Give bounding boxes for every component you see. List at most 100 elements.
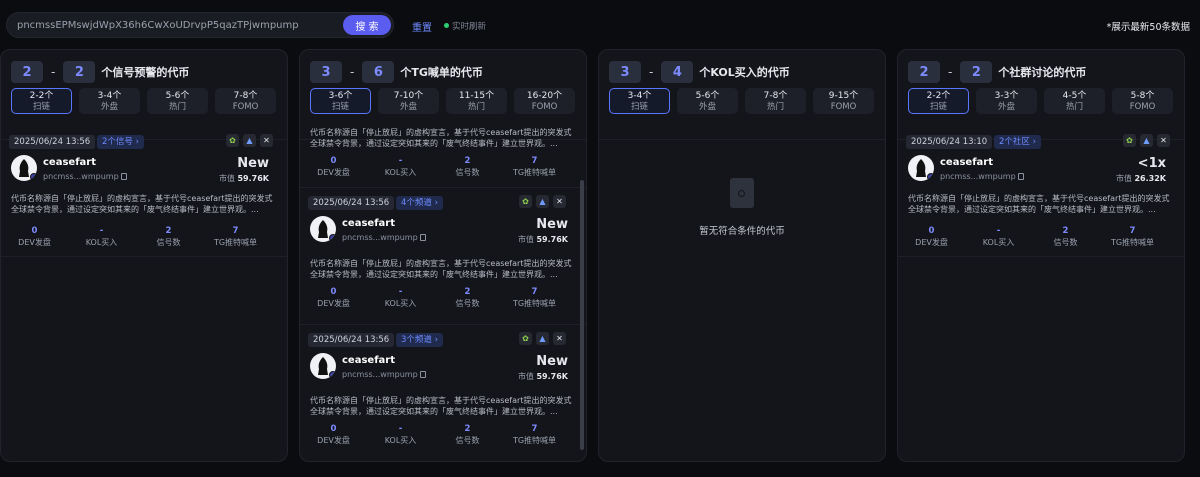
stat-value: - [398, 156, 403, 166]
card-date: 2025/06/24 13:56 [308, 333, 395, 347]
token-address[interactable]: pncmss...wmpump [940, 172, 1024, 181]
tab-hot[interactable]: 11-15个 热门 [446, 88, 507, 114]
triangle-icon[interactable]: ▲ [1140, 134, 1153, 147]
x-icon[interactable]: ✕ [260, 134, 273, 147]
pump-icon[interactable]: ✿ [226, 134, 239, 147]
tab-scan[interactable]: 2-2个 扫链 [908, 88, 969, 114]
stat-value: 2 [165, 226, 172, 236]
range-from-box[interactable]: 2 [908, 61, 940, 83]
tab-external[interactable]: 3-3个 外盘 [976, 88, 1037, 114]
stat-value: 7 [232, 226, 239, 236]
tab-hot[interactable]: 4-5个 热门 [1044, 88, 1105, 114]
tab-scan[interactable]: 2-2个 扫链 [11, 88, 72, 114]
market-cap-label: 市值 [517, 372, 534, 381]
tab-hot[interactable]: 5-6个 热门 [147, 88, 208, 114]
token-address[interactable]: pncmss...wmpump [342, 370, 426, 379]
token-name[interactable]: ceasefart [342, 355, 395, 366]
token-card[interactable]: 2025/06/24 13:56 2个信号 › ✿ ▲ ✕ ceasefart … [1, 127, 287, 257]
copy-icon[interactable] [1017, 173, 1024, 180]
range-to-box[interactable]: 2 [960, 61, 993, 83]
column-signal-alerts: 2 - 2 个信号预警的代币 2-2个 扫链 3-4个 外盘 5-6个 热门 7-8个… [0, 49, 288, 462]
avatar [11, 155, 37, 181]
tab-external[interactable]: 3-4个 外盘 [79, 88, 140, 114]
token-card[interactable]: 2025/06/24 13:56 4个频道 › ✿ ▲ ✕ ceasefart … [300, 188, 586, 325]
triangle-icon[interactable]: ▲ [536, 195, 549, 208]
x-icon[interactable]: ✕ [553, 332, 566, 345]
pump-icon[interactable]: ✿ [519, 332, 532, 345]
token-description: 代币名称源自「停止放屁」的虚构宣言，基于代号ceasefart提出的突发式全球禁… [310, 259, 572, 279]
range-filter: 2 - 2 个社群讨论的代币 [908, 60, 1086, 84]
range-to-box[interactable]: 6 [362, 61, 395, 83]
tab-fomo[interactable]: 5-8个 FOMO [1112, 88, 1173, 114]
range-from-box[interactable]: 3 [609, 61, 641, 83]
tab-scan[interactable]: 3-6个 扫链 [310, 88, 371, 114]
status-badge: New [536, 217, 568, 232]
token-card[interactable]: 2025/06/24 13:56 3个频道 › ✿ ▲ ✕ ceasefart … [300, 325, 586, 461]
token-address[interactable]: pncmss...wmpump [342, 233, 426, 242]
range-filter: 3 - 6 个TG喊单的代币 [310, 60, 483, 84]
channel-count-chip[interactable]: 3个频道 › [396, 333, 444, 347]
tab-scan[interactable]: 3-4个 扫链 [609, 88, 670, 114]
stats-row: 0 DEV发盘 - KOL买入 2 信号数 7 TG推特喊单 [300, 156, 568, 178]
tab-range: 7-10个 [393, 91, 424, 101]
tab-external[interactable]: 5-6个 外盘 [677, 88, 738, 114]
range-from-box[interactable]: 3 [310, 61, 342, 83]
token-card[interactable]: 2025/06/24 13:10 2个社区 › ✿ ▲ ✕ ceasefart … [898, 127, 1184, 257]
token-name[interactable]: ceasefart [43, 157, 96, 168]
range-to-box[interactable]: 2 [63, 61, 96, 83]
column-kol-buys: 3 - 4 个KOL买入的代币 3-4个 扫链 5-6个 外盘 7-8个 热门 9-1… [598, 49, 886, 462]
search-box: 搜 索 [6, 12, 394, 38]
address-text: pncmss...wmpump [342, 233, 418, 242]
stat-label: 信号数 [455, 436, 480, 445]
token-name[interactable]: ceasefart [342, 218, 395, 229]
live-refresh-toggle[interactable]: 实时刷新 [444, 20, 486, 32]
tab-fomo[interactable]: 7-8个 FOMO [215, 88, 276, 114]
tab-fomo[interactable]: 9-15个 FOMO [813, 88, 874, 114]
pump-icon[interactable]: ✿ [519, 195, 532, 208]
community-count-chip[interactable]: 2个社区 › [994, 135, 1042, 149]
tab-range: 3-6个 [328, 91, 353, 101]
token-card-partial[interactable]: 代币名称源自「停止放屁」的虚构宣言，基于代号ceasefart提出的突发式全球禁… [300, 127, 586, 188]
search-input[interactable] [17, 13, 337, 37]
stat-value: 7 [531, 287, 538, 297]
tab-range: 7-8个 [763, 91, 788, 101]
tab-label: FOMO [830, 102, 857, 112]
x-icon[interactable]: ✕ [1157, 134, 1170, 147]
stat-value: 0 [31, 226, 38, 236]
stat-label: DEV发盘 [915, 238, 948, 247]
range-from-box[interactable]: 2 [11, 61, 43, 83]
stat-label: DEV发盘 [317, 436, 350, 445]
avatar [310, 216, 336, 242]
stats-row: 0 DEV发盘 - KOL买入 2 信号数 7 TG推特喊单 [300, 424, 568, 446]
stat-label: TG推特喊单 [512, 299, 557, 308]
verified-badge-icon [329, 371, 336, 379]
market-cap: 市值 59.76K [219, 173, 269, 184]
stat-value: 7 [531, 424, 538, 434]
search-button[interactable]: 搜 索 [343, 15, 391, 35]
copy-icon[interactable] [120, 173, 127, 180]
column-title: 个信号预警的代币 [101, 66, 190, 79]
pump-icon[interactable]: ✿ [1123, 134, 1136, 147]
tab-hot[interactable]: 7-8个 热门 [745, 88, 806, 114]
scrollbar[interactable] [580, 180, 584, 450]
copy-icon[interactable] [419, 234, 426, 241]
triangle-icon[interactable]: ▲ [243, 134, 256, 147]
reset-link[interactable]: 重置 [412, 19, 432, 34]
tab-fomo[interactable]: 16-20个 FOMO [514, 88, 575, 114]
signal-count-chip[interactable]: 2个信号 › [97, 135, 145, 149]
x-icon[interactable]: ✕ [553, 195, 566, 208]
market-cap: 市值 59.76K [518, 371, 568, 382]
channel-count-chip[interactable]: 4个频道 › [396, 196, 444, 210]
triangle-icon[interactable]: ▲ [536, 332, 549, 345]
tab-external[interactable]: 7-10个 外盘 [378, 88, 439, 114]
token-address[interactable]: pncmss...wmpump [43, 172, 127, 181]
copy-icon[interactable] [419, 371, 426, 378]
token-list[interactable]: 代币名称源自「停止放屁」的虚构宣言，基于代号ceasefart提出的突发式全球禁… [300, 127, 586, 461]
stat-label: KOL买入 [384, 436, 417, 445]
tab-label: 热门 [1065, 102, 1083, 112]
market-cap-label: 市值 [218, 174, 235, 183]
range-to-box[interactable]: 4 [661, 61, 694, 83]
stat-label: DEV发盘 [317, 299, 350, 308]
link-icons: ✿ ▲ ✕ [519, 332, 566, 345]
token-name[interactable]: ceasefart [940, 157, 993, 168]
